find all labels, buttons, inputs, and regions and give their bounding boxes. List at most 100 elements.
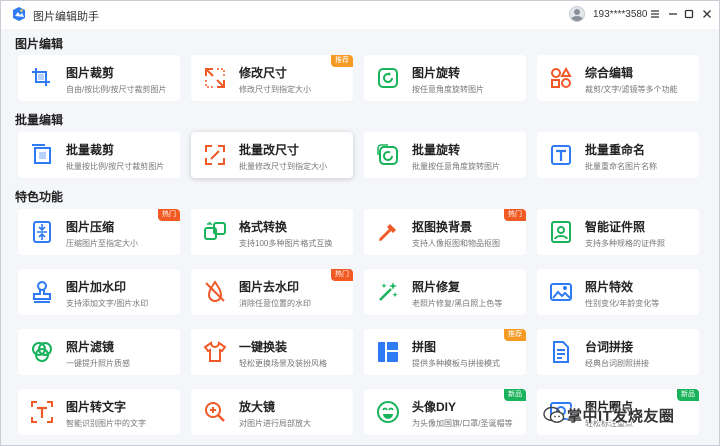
- feature-description: 支持人像抠图和物品抠图: [412, 239, 500, 248]
- feature-description: 一键提升照片质感: [66, 359, 130, 368]
- feature-description: 压缩图片至指定大小: [66, 239, 138, 248]
- close-icon: [703, 10, 711, 18]
- user-avatar[interactable]: [569, 6, 585, 22]
- feature-title: 格式转换: [239, 220, 288, 234]
- wechat-watermark-icon: [543, 406, 565, 423]
- feature-description: 经典台词剧照拼接: [585, 359, 649, 368]
- feature-badge: 推荐: [504, 329, 526, 341]
- magnifier-icon: [205, 402, 225, 422]
- feature-title: 抠图换背景: [412, 220, 473, 234]
- watermark-text: 掌中IT发烧友圈: [567, 408, 675, 425]
- feature-title: 照片特效: [585, 280, 634, 294]
- feature-description: 修改尺寸到指定大小: [239, 85, 311, 94]
- user-id[interactable]: 193****3580: [593, 9, 648, 20]
- feature-description: 消除任意位置的水印: [239, 299, 311, 308]
- feature-description: 提供多种模板与拼接模式: [412, 359, 500, 368]
- compress-icon: [33, 221, 51, 243]
- cutout-icon: [378, 224, 396, 242]
- app-window: 图片编辑助手 193****3580 图片编辑 批量编辑 特色功能 图片裁剪 自由…: [0, 0, 720, 446]
- maximize-button[interactable]: [681, 6, 697, 22]
- drop-off-icon: [205, 280, 225, 302]
- minimize-icon: [669, 13, 677, 15]
- feature-title: 图片加水印: [66, 280, 127, 294]
- feature-title: 图片去水印: [239, 280, 300, 294]
- feature-card[interactable]: 图片裁剪自由/按比例/按尺寸裁剪图片: [18, 55, 180, 101]
- feature-title: 修改尺寸: [239, 66, 288, 80]
- feature-title: 头像DIY: [412, 400, 457, 414]
- feature-card[interactable]: 图片加水印支持添加文字/图片水印: [18, 269, 180, 315]
- feature-card[interactable]: 批量裁剪批量按比例/按尺寸裁剪图片: [18, 132, 180, 178]
- feature-description: 为头像加国旗/口罩/圣诞帽等: [412, 419, 513, 428]
- feature-card[interactable]: 照片滤镜一键提升照片质感: [18, 329, 180, 375]
- feature-card[interactable]: 批量改尺寸批量修改尺寸到指定大小: [191, 132, 353, 178]
- feature-card[interactable]: 台词拼接 经典台词剧照拼接: [537, 329, 699, 375]
- feature-card[interactable]: 批量旋转 批量按任意角度旋转图片: [364, 132, 526, 178]
- feature-title: 批量改尺寸: [239, 143, 300, 157]
- feature-card[interactable]: 头像DIY 为头像加国旗/口罩/圣诞帽等 新品: [364, 389, 526, 435]
- feature-card[interactable]: 照片修复老照片修复/黑白照上色等: [364, 269, 526, 315]
- feature-card[interactable]: 智能证件照支持多种规格的证件照: [537, 209, 699, 255]
- magic-wand-icon: [379, 282, 398, 301]
- feature-description: 性别变化/年龄变化等: [585, 299, 660, 308]
- resize-icon: [205, 68, 225, 88]
- feature-card[interactable]: 抠图换背景支持人像抠图和物品抠图 热门: [364, 209, 526, 255]
- feature-description: 按任意角度旋转图片: [412, 85, 484, 94]
- feature-description: 批量按比例/按尺寸裁剪图片: [66, 162, 165, 171]
- feature-description: 支持添加文字/图片水印: [66, 299, 149, 308]
- feature-description: 批量修改尺寸到指定大小: [239, 162, 327, 171]
- minimize-button[interactable]: [665, 6, 681, 22]
- feature-badge: 新品: [504, 389, 526, 401]
- feature-title: 智能证件照: [585, 220, 646, 234]
- feature-title: 图片旋转: [412, 66, 461, 80]
- feature-title: 图片压缩: [66, 220, 115, 234]
- feature-title: 批量重命名: [585, 143, 646, 157]
- app-logo-icon: [13, 7, 25, 21]
- feature-description: 自由/按比例/按尺寸裁剪图片: [66, 85, 167, 94]
- batch-resize-icon: [205, 145, 225, 165]
- maximize-icon: [684, 9, 694, 19]
- rename-icon: [551, 145, 571, 165]
- feature-description: 支持多种规格的证件照: [585, 239, 665, 248]
- feature-title: 图片裁剪: [66, 66, 115, 80]
- feature-card[interactable]: 放大镜 对图片进行局部放大: [191, 389, 353, 435]
- feature-card[interactable]: 图片压缩 压缩图片至指定大小 热门: [18, 209, 180, 255]
- feature-card[interactable]: 修改尺寸修改尺寸到指定大小 推荐: [191, 55, 353, 101]
- collage-icon: [378, 342, 398, 362]
- feature-title: 照片修复: [412, 280, 461, 294]
- feature-title: 照片滤镜: [66, 340, 115, 354]
- feature-description: 支持100多种图片格式互换: [239, 239, 333, 248]
- feature-card[interactable]: 照片特效性别变化/年龄变化等: [537, 269, 699, 315]
- menu-button[interactable]: [647, 6, 663, 22]
- feature-card[interactable]: 图片转文字智能识别图片中的文字: [18, 389, 180, 435]
- feature-description: 智能识别图片中的文字: [66, 419, 146, 428]
- feature-badge: 热门: [504, 209, 526, 221]
- feature-card[interactable]: 综合编辑 裁剪/文字/滤镜等多个功能: [537, 55, 699, 101]
- feature-title: 批量裁剪: [66, 143, 115, 157]
- menu-icon: [651, 10, 659, 18]
- ocr-icon: [31, 401, 53, 423]
- feature-title: 综合编辑: [585, 66, 634, 80]
- close-button[interactable]: [699, 6, 715, 22]
- stamp-icon: [33, 281, 51, 303]
- feature-card[interactable]: 一键换装轻松更换场景及装扮风格: [191, 329, 353, 375]
- crop-icon: [32, 68, 50, 86]
- batch-rotate-icon: [377, 144, 398, 165]
- feature-card[interactable]: 图片旋转按任意角度旋转图片: [364, 55, 526, 101]
- feature-badge: 推荐: [331, 55, 353, 67]
- quote-stitch-icon: [553, 341, 569, 363]
- feature-card[interactable]: 批量重命名 批量重命名图片名称: [537, 132, 699, 178]
- id-photo-icon: [551, 221, 571, 243]
- feature-title: 一键换装: [239, 340, 288, 354]
- feature-title: 图片转文字: [66, 400, 127, 414]
- shirt-icon: [203, 341, 227, 362]
- batch-crop-icon: [32, 144, 51, 164]
- feature-badge: 热门: [331, 269, 353, 281]
- filter-icon: [32, 342, 52, 362]
- feature-card[interactable]: 拼图 提供多种模板与拼接模式 推荐: [364, 329, 526, 375]
- feature-description: 轻松更换场景及装扮风格: [239, 359, 327, 368]
- feature-card[interactable]: 格式转换支持100多种图片格式互换: [191, 209, 353, 255]
- feature-description: 老照片修复/黑白照上色等: [412, 299, 503, 308]
- feature-description: 批量按任意角度旋转图片: [412, 162, 500, 171]
- picture-icon: [550, 283, 572, 301]
- feature-card[interactable]: 图片去水印消除任意位置的水印 热门: [191, 269, 353, 315]
